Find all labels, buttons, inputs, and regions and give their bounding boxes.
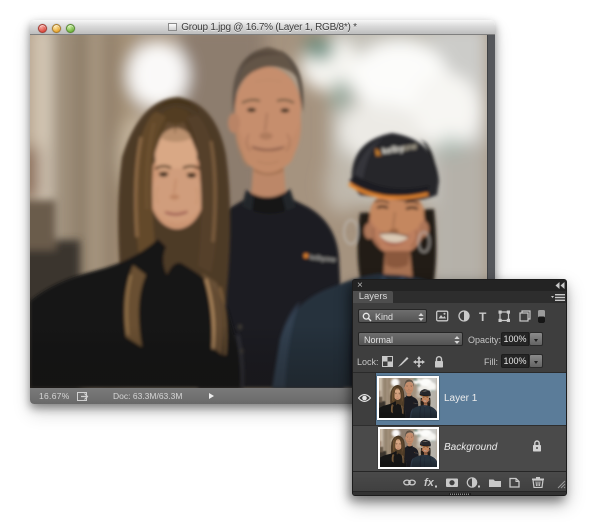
svg-text:fx: fx — [424, 477, 435, 488]
svg-text:T: T — [479, 310, 487, 323]
